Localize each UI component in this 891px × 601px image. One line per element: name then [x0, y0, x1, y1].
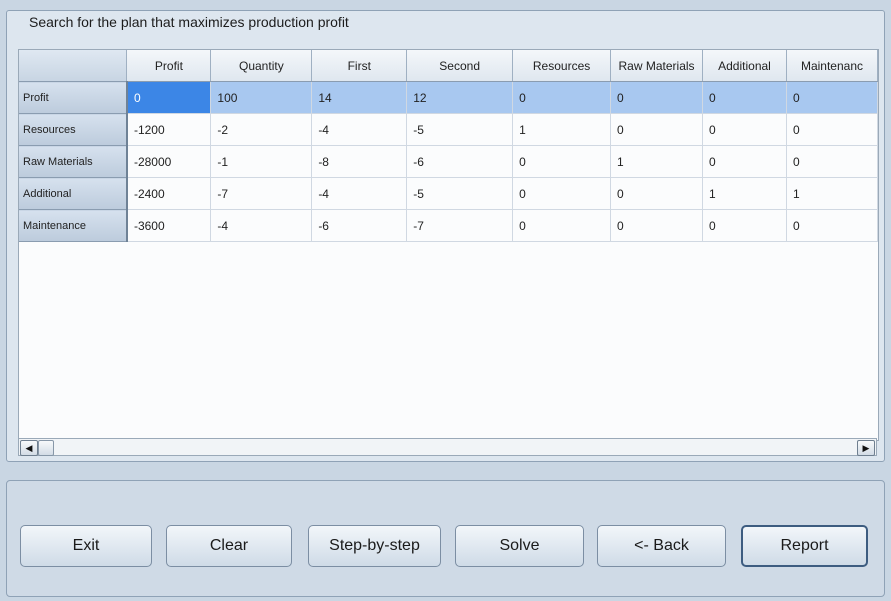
table-cell[interactable]: -4	[210, 209, 313, 242]
table-row[interactable]: Maintenance -3600 -4 -6 -7 0 0 0 0	[19, 209, 878, 242]
arrow-left-icon[interactable]: ◀	[20, 440, 38, 456]
row-header[interactable]: Maintenance	[19, 209, 128, 242]
simplex-table: Profit Quantity First Second Resources R…	[19, 50, 878, 242]
column-header[interactable]: First	[311, 50, 408, 82]
table-cell[interactable]: -1200	[126, 113, 212, 146]
row-header[interactable]: Additional	[19, 177, 128, 210]
column-header[interactable]: Second	[406, 50, 514, 82]
table-cell[interactable]: -7	[210, 177, 313, 210]
table-cell[interactable]: 0	[786, 113, 878, 146]
table-cell[interactable]: 0	[702, 209, 787, 242]
back-button[interactable]: <- Back	[597, 525, 726, 567]
table-cell[interactable]: -2400	[126, 177, 212, 210]
table-row[interactable]: Raw Materials -28000 -1 -8 -6 0 1 0 0	[19, 145, 878, 178]
table-cell[interactable]: 0	[702, 113, 787, 146]
table-row[interactable]: Profit 0 100 14 12 0 0 0 0	[19, 81, 878, 114]
table-cell[interactable]: 0	[786, 81, 878, 114]
horizontal-scrollbar[interactable]: ◀ ▶	[18, 438, 877, 456]
grid-corner-cell[interactable]	[19, 50, 128, 82]
table-cell[interactable]: 1	[702, 177, 787, 210]
table-cell[interactable]: 0	[702, 145, 787, 178]
table-cell[interactable]: -6	[406, 145, 514, 178]
groupbox-title: Search for the plan that maximizes produ…	[25, 14, 353, 30]
row-header[interactable]: Raw Materials	[19, 145, 128, 178]
table-cell[interactable]: 12	[406, 81, 514, 114]
table-row[interactable]: Resources -1200 -2 -4 -5 1 0 0 0	[19, 113, 878, 146]
table-cell[interactable]: 14	[311, 81, 408, 114]
table-cell[interactable]: -5	[406, 177, 514, 210]
table-cell[interactable]: 0	[610, 177, 704, 210]
exit-button[interactable]: Exit	[20, 525, 152, 567]
report-button[interactable]: Report	[741, 525, 868, 567]
table-cell[interactable]: 100	[210, 81, 313, 114]
table-cell[interactable]: 0	[786, 145, 878, 178]
column-header[interactable]: Maintenanc	[786, 50, 878, 82]
table-cell[interactable]: -5	[406, 113, 514, 146]
table-cell[interactable]: -4	[311, 177, 408, 210]
table-cell[interactable]: 0	[126, 81, 212, 114]
table-cell[interactable]: -7	[406, 209, 514, 242]
scrollbar-thumb[interactable]	[38, 440, 54, 456]
table-cell[interactable]: -8	[311, 145, 408, 178]
column-header[interactable]: Raw Materials	[610, 50, 704, 82]
table-cell[interactable]: -3600	[126, 209, 212, 242]
column-header[interactable]: Additional	[702, 50, 787, 82]
table-cell[interactable]: 1	[786, 177, 878, 210]
table-cell[interactable]: 0	[702, 81, 787, 114]
table-cell[interactable]: 0	[512, 145, 612, 178]
table-cell[interactable]: 1	[610, 145, 704, 178]
table-cell[interactable]: -2	[210, 113, 313, 146]
table-cell[interactable]: 0	[610, 81, 704, 114]
table-cell[interactable]: 0	[610, 113, 704, 146]
table-cell[interactable]: 0	[512, 177, 612, 210]
table-row[interactable]: Additional -2400 -7 -4 -5 0 0 1 1	[19, 177, 878, 210]
table-cell[interactable]: -4	[311, 113, 408, 146]
table-cell[interactable]: 0	[610, 209, 704, 242]
data-grid[interactable]: Profit Quantity First Second Resources R…	[18, 49, 879, 441]
table-cell[interactable]: -1	[210, 145, 313, 178]
solve-button[interactable]: Solve	[455, 525, 584, 567]
column-header[interactable]: Resources	[512, 50, 612, 82]
step-by-step-button[interactable]: Step-by-step	[308, 525, 441, 567]
column-header[interactable]: Quantity	[210, 50, 313, 82]
arrow-right-icon[interactable]: ▶	[857, 440, 875, 456]
table-cell[interactable]: -28000	[126, 145, 212, 178]
table-cell[interactable]: 0	[512, 209, 612, 242]
table-cell[interactable]: 0	[786, 209, 878, 242]
table-cell[interactable]: 1	[512, 113, 612, 146]
table-cell[interactable]: -6	[311, 209, 408, 242]
row-header[interactable]: Resources	[19, 113, 128, 146]
row-header[interactable]: Profit	[19, 81, 128, 114]
column-header[interactable]: Profit	[126, 50, 212, 82]
table-cell[interactable]: 0	[512, 81, 612, 114]
clear-button[interactable]: Clear	[166, 525, 292, 567]
